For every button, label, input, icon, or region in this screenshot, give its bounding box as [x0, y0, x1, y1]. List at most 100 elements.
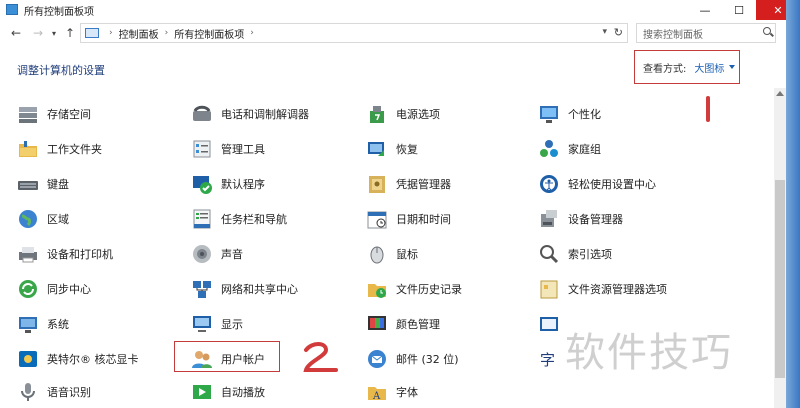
address-bar: ← → ▾ ↑ › 控制面板 › 所有控制面板项 › ▾ ↻ 搜索控制面板: [0, 20, 800, 46]
item-label: 日期和时间: [396, 213, 451, 226]
item-sound[interactable]: 声音: [191, 240, 243, 268]
homegroup-icon: [538, 138, 560, 160]
item-label: 设备和打印机: [47, 248, 113, 261]
item-color-management[interactable]: 颜色管理: [366, 310, 440, 338]
scrollbar-thumb[interactable]: [775, 180, 785, 378]
item-region[interactable]: 区域: [17, 205, 69, 233]
device-manager-icon: [538, 208, 560, 230]
window-icon: [538, 313, 560, 335]
item-label: 存储空间: [47, 108, 91, 121]
item-fonts[interactable]: A 字体: [366, 378, 418, 406]
forward-arrow-icon[interactable]: →: [30, 25, 46, 41]
item-label: 工作文件夹: [47, 143, 102, 156]
refresh-icon[interactable]: ↻: [614, 26, 623, 39]
window-controls: — ☐ ✕: [688, 0, 800, 20]
item-default-programs[interactable]: 默认程序: [191, 170, 265, 198]
item-label: 键盘: [47, 178, 69, 191]
phone-icon: [191, 103, 213, 125]
item-credential-manager[interactable]: 凭据管理器: [366, 170, 451, 198]
item-label: 家庭组: [568, 143, 601, 156]
address-dropdown-icon[interactable]: ▾: [602, 27, 607, 37]
item-label: 颜色管理: [396, 318, 440, 331]
user-accounts-highlight: [174, 341, 280, 372]
item-storage-spaces[interactable]: 存储空间: [17, 100, 91, 128]
item-taskbar-navigation[interactable]: 任务栏和导航: [191, 205, 287, 233]
item-date-time[interactable]: 日期和时间: [366, 205, 451, 233]
maximize-button[interactable]: ☐: [722, 0, 756, 20]
network-icon: [191, 278, 213, 300]
svg-text:字: 字: [540, 351, 555, 369]
item-autoplay[interactable]: 自动播放: [191, 378, 265, 406]
item-label: 任务栏和导航: [221, 213, 287, 226]
item-display[interactable]: 显示: [191, 310, 243, 338]
item-recovery[interactable]: 恢复: [366, 135, 418, 163]
item-system[interactable]: 系统: [17, 310, 69, 338]
item-explorer-options[interactable]: 文件资源管理器选项: [538, 275, 667, 303]
item-label: 同步中心: [47, 283, 91, 296]
item-power-options[interactable]: 电源选项: [366, 100, 440, 128]
item-label: 自动播放: [221, 386, 265, 399]
item-label: 字体: [396, 386, 418, 399]
view-label: 查看方式:: [643, 63, 687, 75]
item-devices-printers[interactable]: 设备和打印机: [17, 240, 113, 268]
item-sync-center[interactable]: 同步中心: [17, 275, 91, 303]
item-ease-of-access[interactable]: 轻松使用设置中心: [538, 170, 656, 198]
view-value[interactable]: 大图标: [694, 60, 724, 75]
item-phone-modem[interactable]: 电话和调制解调器: [191, 100, 309, 128]
item-label: 英特尔® 核芯显卡: [47, 353, 139, 366]
breadcrumb-separator-icon: ›: [250, 28, 254, 38]
item-indexing-options[interactable]: 索引选项: [538, 240, 612, 268]
annotation-mark-1: [706, 96, 710, 122]
power-icon: [366, 103, 388, 125]
item-label: 电源选项: [396, 108, 440, 121]
scroll-up-icon[interactable]: [776, 91, 784, 96]
item-label: 邮件 (32 位): [396, 353, 459, 366]
item-mail[interactable]: 邮件 (32 位): [366, 345, 459, 373]
item-speech-recognition[interactable]: 语音识别: [17, 378, 91, 406]
index-icon: [538, 243, 560, 265]
annotation-mark-2: [303, 342, 338, 372]
personalize-icon: [538, 103, 560, 125]
item-label: 鼠标: [396, 248, 418, 261]
breadcrumb-control-panel[interactable]: 控制面板: [119, 26, 159, 41]
watermark: 软件技巧: [565, 330, 733, 376]
svg-text:A: A: [372, 391, 381, 402]
recent-dropdown-icon[interactable]: ▾: [46, 25, 62, 41]
item-mouse[interactable]: 鼠标: [366, 240, 418, 268]
breadcrumb-all-items[interactable]: 所有控制面板项: [174, 26, 244, 41]
item-work-folders[interactable]: 工作文件夹: [17, 135, 102, 163]
autoplay-icon: [191, 381, 213, 403]
window-title: 所有控制面板项: [24, 7, 94, 18]
storage-icon: [17, 103, 39, 125]
item-window[interactable]: [538, 310, 568, 338]
item-intel-graphics[interactable]: 英特尔® 核芯显卡: [17, 345, 139, 373]
item-network-sharing[interactable]: 网络和共享中心: [191, 275, 298, 303]
vertical-scrollbar[interactable]: [774, 88, 786, 408]
back-arrow-icon[interactable]: ←: [8, 25, 24, 41]
globe-icon: [17, 208, 39, 230]
chevron-down-icon[interactable]: [729, 65, 736, 69]
item-label: 网络和共享中心: [221, 283, 298, 296]
address-field[interactable]: › 控制面板 › 所有控制面板项 › ▾ ↻: [80, 23, 628, 43]
item-label: 电话和调制解调器: [221, 108, 309, 121]
search-icon[interactable]: [763, 27, 771, 35]
monitor-icon: [191, 313, 213, 335]
item-personalization[interactable]: 个性化: [538, 100, 601, 128]
item-file-history[interactable]: 文件历史记录: [366, 275, 462, 303]
default-programs-icon: [191, 173, 213, 195]
file-history-icon: [366, 278, 388, 300]
minimize-button[interactable]: —: [688, 0, 722, 20]
printer-icon: [17, 243, 39, 265]
item-label: 默认程序: [221, 178, 265, 191]
search-box[interactable]: 搜索控制面板: [636, 23, 776, 43]
item-keyboard[interactable]: 键盘: [17, 170, 69, 198]
item-homegroup[interactable]: 家庭组: [538, 135, 601, 163]
item-admin-tools[interactable]: 管理工具: [191, 135, 265, 163]
sync-icon: [17, 278, 39, 300]
up-arrow-icon[interactable]: ↑: [62, 25, 78, 41]
mail-icon: [366, 348, 388, 370]
item-device-manager[interactable]: 设备管理器: [538, 205, 623, 233]
item-language[interactable]: 字: [538, 345, 568, 373]
computer-icon: [17, 313, 39, 335]
view-selector[interactable]: 查看方式: 大图标: [634, 50, 740, 84]
